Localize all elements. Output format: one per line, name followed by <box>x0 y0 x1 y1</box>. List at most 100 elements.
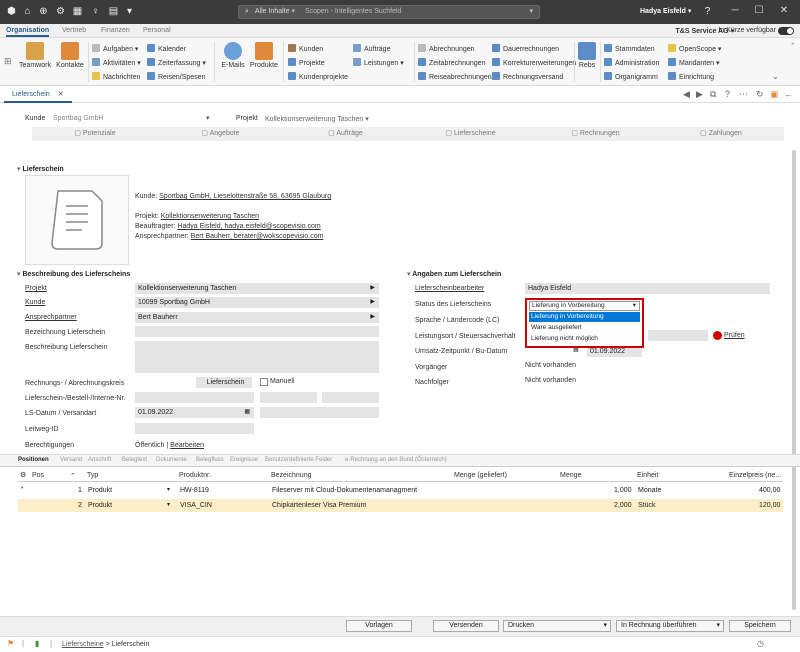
einrichtung-button[interactable]: Einrichtung <box>668 72 714 81</box>
next-icon[interactable]: ▶ <box>696 89 703 100</box>
nummer-field-2[interactable] <box>260 392 317 403</box>
step-auftraege[interactable]: ▢ Aufträge <box>283 127 408 141</box>
reiseabrechnungen-button[interactable]: Reiseabrechnungen <box>418 72 492 81</box>
kalender-button[interactable]: Kalender <box>147 44 186 53</box>
tab-benutzerdefinierte-felder[interactable]: Benutzerdefinierte Felder <box>265 457 332 463</box>
step-rechnungen[interactable]: ▢ Rechnungen <box>533 127 658 141</box>
dropdown-arrow-icon[interactable]: ▾ <box>124 6 135 17</box>
chevron-down-icon[interactable]: ▾ <box>167 484 170 497</box>
openscope-button[interactable]: OpenScope ▾ <box>668 44 721 53</box>
step-lieferscheine[interactable]: ▢ Lieferscheine <box>408 127 533 141</box>
kreis-field[interactable]: Lieferschein <box>196 377 252 388</box>
section-lieferschein[interactable]: Lieferschein <box>17 165 63 173</box>
tab-personal[interactable]: Personal <box>143 27 171 34</box>
teamwork-button[interactable]: Teamwork <box>18 42 52 69</box>
pruefen-link[interactable]: Prüfen <box>724 332 745 339</box>
beschreibung-field[interactable] <box>135 341 379 373</box>
home-icon[interactable]: ⌂ <box>22 6 33 17</box>
bearbeiter-label[interactable]: Lieferscheinbearbeiter <box>415 285 484 292</box>
col-pos[interactable]: Pos <box>32 472 44 479</box>
rechnung-button[interactable]: In Rechnung überführen ▾ <box>616 620 724 632</box>
scope-logo-icon[interactable]: ⬢ <box>6 6 17 17</box>
versandart-field[interactable] <box>260 407 379 418</box>
expand-icon[interactable]: ⊞ <box>4 56 12 67</box>
beauftragter-link[interactable]: Hadya Eisfeld, hadya.eisfeld@scopevisio.… <box>177 223 320 230</box>
bearbeiter-field[interactable]: Hadya Eisfeld <box>525 283 770 294</box>
maximize-button[interactable]: ☐ <box>750 4 768 18</box>
rebs-button[interactable]: Rebs <box>577 42 597 69</box>
leistungsort-field[interactable] <box>648 330 708 341</box>
tab-vertrieb[interactable]: Vertrieb <box>62 27 86 34</box>
breadcrumb-parent[interactable]: Lieferscheine <box>62 641 104 648</box>
manuell-checkbox[interactable] <box>260 378 268 386</box>
nummer-field-3[interactable] <box>322 392 379 403</box>
tab-belegfluss[interactable]: Belegfluss <box>196 457 224 463</box>
abrechnungen-button[interactable]: Abrechnungen <box>418 44 475 53</box>
section-beschreibung[interactable]: Beschreibung des Lieferscheins <box>17 270 130 278</box>
tab-finanzen[interactable]: Finanzen <box>101 27 130 34</box>
status-option[interactable]: Ware ausgeliefert <box>529 323 640 333</box>
drucken-button[interactable]: Drucken ▾ <box>503 620 611 632</box>
auftraege-button[interactable]: Aufträge <box>353 44 390 53</box>
more-icon[interactable]: ⋯ <box>739 89 748 100</box>
tab-versand[interactable]: Versand <box>60 457 82 463</box>
tab-lieferschein[interactable]: Lieferschein ✕ <box>4 86 72 103</box>
mandanten-button[interactable]: Mandanten ▾ <box>668 58 720 67</box>
help-icon[interactable]: ? <box>725 89 730 99</box>
search-scope[interactable]: Alle Inhalte <box>255 8 290 15</box>
tab-e-rechnung[interactable]: e-Rechnung an den Bund (Österreich) <box>345 457 447 463</box>
settings-icon[interactable]: ⚙ <box>55 6 66 17</box>
bezeichnung-field[interactable] <box>135 326 379 337</box>
table-row[interactable]: 1 Produkt ▾ HW-8119 Fileserver mit Cloud… <box>18 484 783 497</box>
administration-button[interactable]: Administration <box>604 58 659 67</box>
layout-icon[interactable]: ▤ <box>108 6 119 17</box>
projekt-link[interactable]: Kollektionserweiterung Taschen <box>161 213 259 220</box>
rechnungsversand-button[interactable]: Rechnungsversand <box>492 72 563 81</box>
prev-icon[interactable]: ◀ <box>683 89 690 100</box>
korrektur-button[interactable]: Korrekturerweiterungen <box>492 58 576 67</box>
kontakte-button[interactable]: Kontakte <box>55 42 85 69</box>
back-icon[interactable]: ← <box>784 89 793 99</box>
organigramm-button[interactable]: Organigramm <box>604 72 658 81</box>
kundenprojekte-button[interactable]: Kundenprojekte <box>288 72 348 81</box>
close-tab-icon[interactable]: ✕ <box>58 91 64 98</box>
leistungen-button[interactable]: Leistungen ▾ <box>353 58 404 67</box>
chevron-down-icon[interactable]: ⌄ <box>772 72 779 81</box>
section-angaben[interactable]: Angaben zum Lieferschein <box>407 270 501 278</box>
reisen-button[interactable]: Reisen/Spesen <box>147 72 205 81</box>
aufgaben-button[interactable]: Aufgaben ▾ <box>92 44 138 53</box>
tab-ereignisse[interactable]: Ereignisse <box>230 457 258 463</box>
ansprech-link[interactable]: Bert Bauherr, berater@wokscopevisio.com <box>191 233 324 240</box>
nummer-field-1[interactable] <box>135 392 254 403</box>
scrollbar[interactable] <box>792 150 796 610</box>
chevron-down-icon[interactable]: ▾ <box>529 6 533 18</box>
projekt-field[interactable]: Kollektionserweiterung Taschen ▶ <box>135 283 379 294</box>
tab-organisation[interactable]: Organisation <box>6 27 50 37</box>
chevron-down-icon[interactable]: ▾ <box>206 114 210 122</box>
stammdaten-button[interactable]: Stammdaten <box>604 44 655 53</box>
kunden-button[interactable]: Kunden <box>288 44 323 53</box>
step-angebote[interactable]: ▢ Angebote <box>158 127 283 141</box>
col-einheit[interactable]: Einheit <box>637 472 658 479</box>
kunde-field[interactable]: 10099 Sportbag GmbH ▶ <box>135 297 379 308</box>
versenden-button[interactable]: Versenden <box>433 620 499 632</box>
speichern-button[interactable]: Speichern <box>729 620 791 632</box>
produkte-button[interactable]: Produkte <box>249 42 279 69</box>
tab-belegtext[interactable]: Belegtext <box>122 457 147 463</box>
kunde-link[interactable]: Sportbag GmbH, Lieselottenstraße 58, 636… <box>159 193 331 200</box>
search-input[interactable]: ⌕ Alle Inhalte ▾ Scopen - Intelligentes … <box>238 5 540 19</box>
status-option[interactable]: Lieferung nicht möglich <box>529 334 640 344</box>
emails-button[interactable]: E-Mails <box>218 42 248 69</box>
kunde-value[interactable]: Sportbag GmbH <box>53 115 104 122</box>
aktivitaeten-button[interactable]: Aktivitäten ▾ <box>92 58 141 67</box>
calendar-icon[interactable]: ▦ <box>244 407 250 418</box>
ls-datum-field[interactable]: 01.09.2022 ▦ <box>135 407 254 418</box>
help-icon[interactable]: ? <box>702 6 713 17</box>
bearbeiten-link[interactable]: Bearbeiten <box>170 442 204 449</box>
col-produktnr[interactable]: Produktnr. <box>179 472 211 479</box>
status-select[interactable]: Lieferung in Vorbereitung ▾ <box>529 301 640 311</box>
lightbulb-icon[interactable]: ♀ <box>90 6 101 17</box>
ansprech-field-label[interactable]: Ansprechpartner <box>25 314 77 321</box>
step-zahlungen[interactable]: ▢ Zahlungen <box>658 127 784 141</box>
bell-icon[interactable]: ⚑ <box>7 639 14 648</box>
